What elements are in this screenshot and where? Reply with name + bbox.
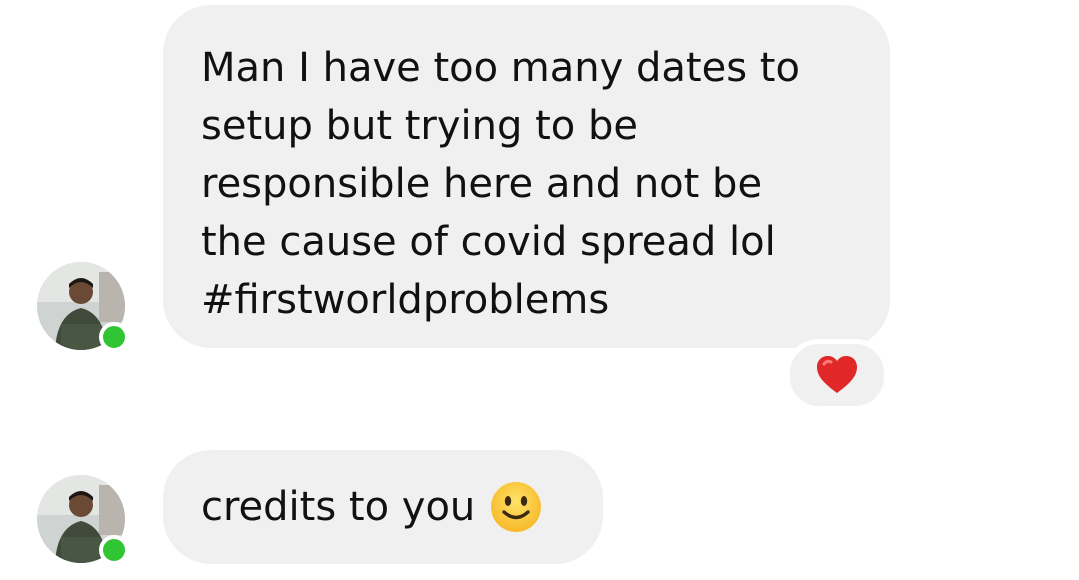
message-bubble[interactable]: Man I have too many dates to setup but t… <box>163 5 890 348</box>
message-bubble[interactable]: credits to you <box>163 450 603 564</box>
online-status-indicator <box>99 535 129 565</box>
message-text: Man I have too many dates to setup but t… <box>201 45 800 323</box>
message-text: credits to you <box>201 484 476 530</box>
contact-avatar[interactable] <box>37 262 129 352</box>
heart-icon <box>817 356 857 393</box>
online-status-indicator <box>99 322 129 352</box>
message-reaction[interactable] <box>785 339 889 411</box>
slightly-smiling-face-icon <box>491 482 542 532</box>
contact-avatar[interactable] <box>37 475 129 565</box>
